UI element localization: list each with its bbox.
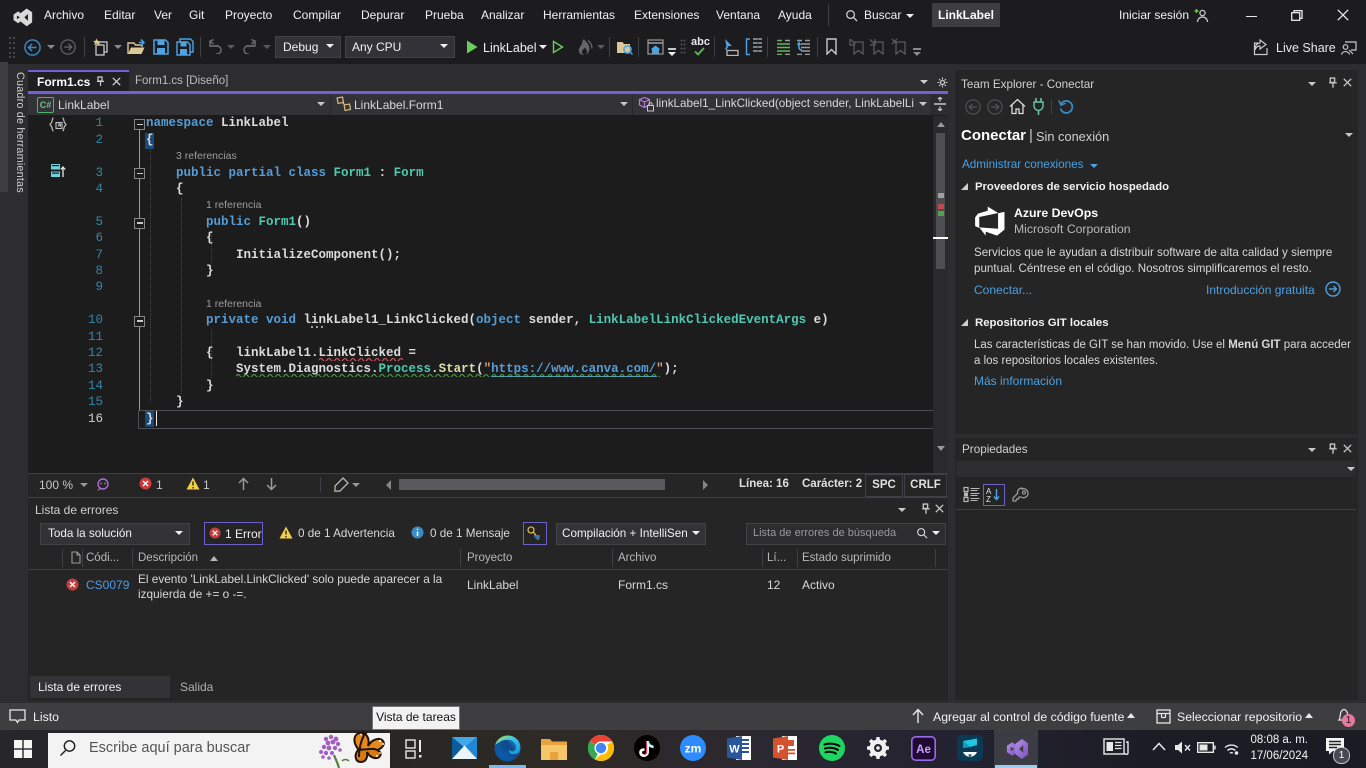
svg-text:W: W <box>729 744 740 756</box>
svg-text:Ae: Ae <box>916 744 931 756</box>
svg-text:P: P <box>777 744 784 756</box>
svg-text:zm: zm <box>685 742 702 756</box>
svg-text:Z: Z <box>986 495 991 502</box>
